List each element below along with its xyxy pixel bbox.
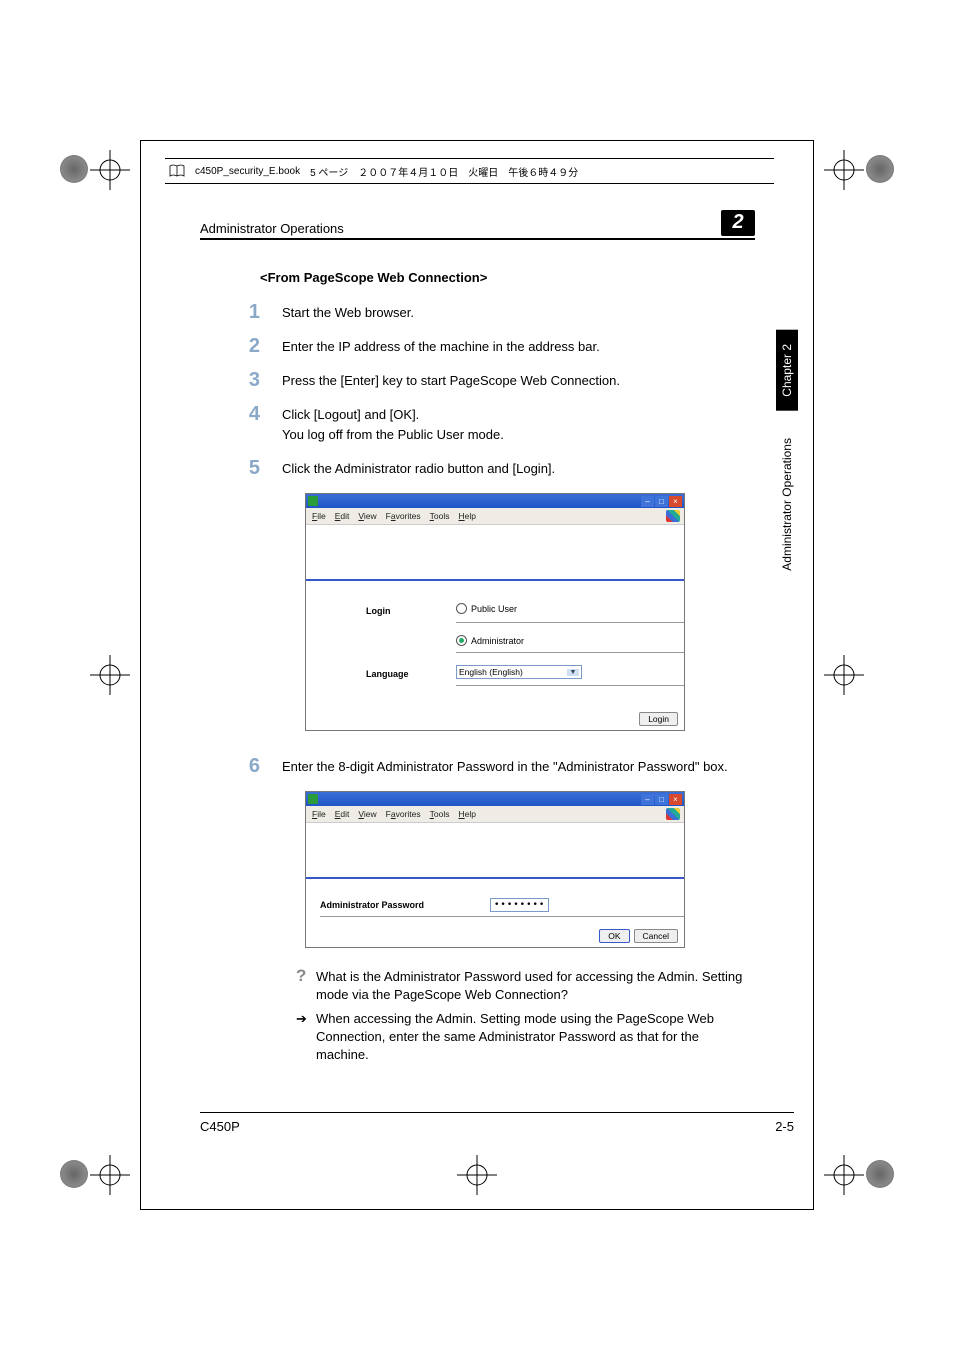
menu-tools[interactable]: Tools (430, 809, 450, 819)
step-text: Enter the IP address of the machine in t… (282, 337, 755, 357)
menu-tools[interactable]: Tools (430, 511, 450, 521)
registration-mark (90, 655, 130, 695)
cancel-button[interactable]: Cancel (634, 929, 678, 943)
menu-view[interactable]: View (358, 511, 376, 521)
step-3: 3 Press the [Enter] key to start PageSco… (200, 371, 755, 391)
step-text: Enter the 8-digit Administrator Password… (282, 757, 755, 777)
browser-screenshot-login: – □ × File Edit View Favorites Tools Hel… (305, 493, 685, 731)
arrow-right-icon: ➔ (296, 1010, 316, 1028)
section-title: Administrator Operations (200, 221, 721, 236)
close-icon[interactable]: × (669, 794, 682, 805)
side-label: Administrator Operations (778, 424, 796, 585)
step-text: Click the Administrator radio button and… (282, 459, 755, 479)
radio-public-user-label: Public User (471, 604, 517, 614)
step-number: 5 (200, 459, 282, 477)
section-header: Administrator Operations 2 (200, 210, 755, 240)
app-icon (308, 794, 318, 804)
section-number: 2 (721, 210, 755, 236)
page-banner (306, 527, 684, 581)
step-number: 6 (200, 757, 282, 775)
language-label: Language (366, 669, 456, 679)
step-4: 4 Click [Logout] and [OK]. You log off f… (200, 405, 755, 445)
step-number: 2 (200, 337, 282, 355)
menu-file[interactable]: File (312, 809, 326, 819)
window-titlebar: – □ × (306, 792, 684, 806)
menu-favorites[interactable]: Favorites (386, 511, 421, 521)
step-number: 1 (200, 303, 282, 321)
maximize-icon[interactable]: □ (655, 794, 668, 805)
minimize-icon[interactable]: – (641, 496, 654, 507)
question-icon: ? (296, 968, 316, 984)
footer-model: C450P (200, 1119, 240, 1134)
step-text: Start the Web browser. (282, 303, 755, 323)
step-5: 5 Click the Administrator radio button a… (200, 459, 755, 479)
corner-dot (866, 1160, 894, 1188)
menu-edit[interactable]: Edit (335, 511, 350, 521)
registration-mark (90, 150, 130, 190)
header-weekday: 火曜日 (468, 164, 498, 179)
ie-logo-icon (666, 510, 680, 522)
menu-favorites[interactable]: Favorites (386, 809, 421, 819)
footer-page: 2-5 (775, 1119, 794, 1134)
browser-screenshot-password: – □ × File Edit View Favorites Tools Hel… (305, 791, 685, 948)
step-text-2: You log off from the Public User mode. (282, 425, 755, 445)
menu-file[interactable]: File (312, 511, 326, 521)
ok-button[interactable]: OK (599, 929, 629, 943)
menu-help[interactable]: Help (459, 809, 476, 819)
step-number: 4 (200, 405, 282, 423)
side-chapter: Chapter 2 (776, 330, 798, 411)
browser-menubar: File Edit View Favorites Tools Help (306, 508, 684, 525)
registration-mark (824, 150, 864, 190)
step-number: 3 (200, 371, 282, 389)
print-header-strip: c450P_security_E.book 5 ページ ２００７年４月１０日 火… (165, 158, 774, 184)
qa-block: ? What is the Administrator Password use… (296, 968, 755, 1064)
menu-edit[interactable]: Edit (335, 809, 350, 819)
admin-password-label: Administrator Password (320, 900, 490, 910)
subheading: <From PageScope Web Connection> (260, 270, 755, 285)
minimize-icon[interactable]: – (641, 794, 654, 805)
header-page: 5 ページ (310, 164, 348, 179)
corner-dot (60, 1160, 88, 1188)
registration-mark (90, 1155, 130, 1195)
registration-mark (824, 1155, 864, 1195)
language-value: English (English) (459, 667, 523, 677)
menu-help[interactable]: Help (459, 511, 476, 521)
step-1: 1 Start the Web browser. (200, 303, 755, 323)
language-select[interactable]: English (English) ▼ (456, 665, 582, 679)
header-time: 午後６時４９分 (508, 164, 578, 179)
maximize-icon[interactable]: □ (655, 496, 668, 507)
app-icon (308, 496, 318, 506)
ie-logo-icon (666, 808, 680, 820)
radio-public-user[interactable]: Public User (456, 603, 517, 614)
admin-password-input[interactable]: •••••••• (490, 898, 549, 912)
step-text: Press the [Enter] key to start PageScope… (282, 371, 755, 391)
chevron-down-icon: ▼ (567, 669, 579, 676)
browser-menubar: File Edit View Favorites Tools Help (306, 806, 684, 823)
qa-answer: When accessing the Admin. Setting mode u… (316, 1010, 755, 1064)
step-2: 2 Enter the IP address of the machine in… (200, 337, 755, 357)
qa-question: What is the Administrator Password used … (316, 968, 755, 1004)
book-icon (169, 164, 185, 178)
side-tab: Chapter 2 Administrator Operations (775, 330, 799, 589)
login-button[interactable]: Login (639, 712, 678, 726)
close-icon[interactable]: × (669, 496, 682, 507)
step-6: 6 Enter the 8-digit Administrator Passwo… (200, 757, 755, 777)
radio-administrator-label: Administrator (471, 636, 524, 646)
step-text: Click [Logout] and [OK]. (282, 405, 755, 425)
radio-administrator[interactable]: Administrator (456, 635, 524, 646)
login-label: Login (366, 606, 456, 616)
header-date: ２００７年４月１０日 (358, 164, 458, 179)
menu-view[interactable]: View (358, 809, 376, 819)
corner-dot (60, 155, 88, 183)
corner-dot (866, 155, 894, 183)
header-filename: c450P_security_E.book (195, 166, 300, 177)
page-footer: C450P 2-5 (200, 1112, 794, 1134)
registration-mark (824, 655, 864, 695)
window-titlebar: – □ × (306, 494, 684, 508)
page-banner (306, 825, 684, 879)
